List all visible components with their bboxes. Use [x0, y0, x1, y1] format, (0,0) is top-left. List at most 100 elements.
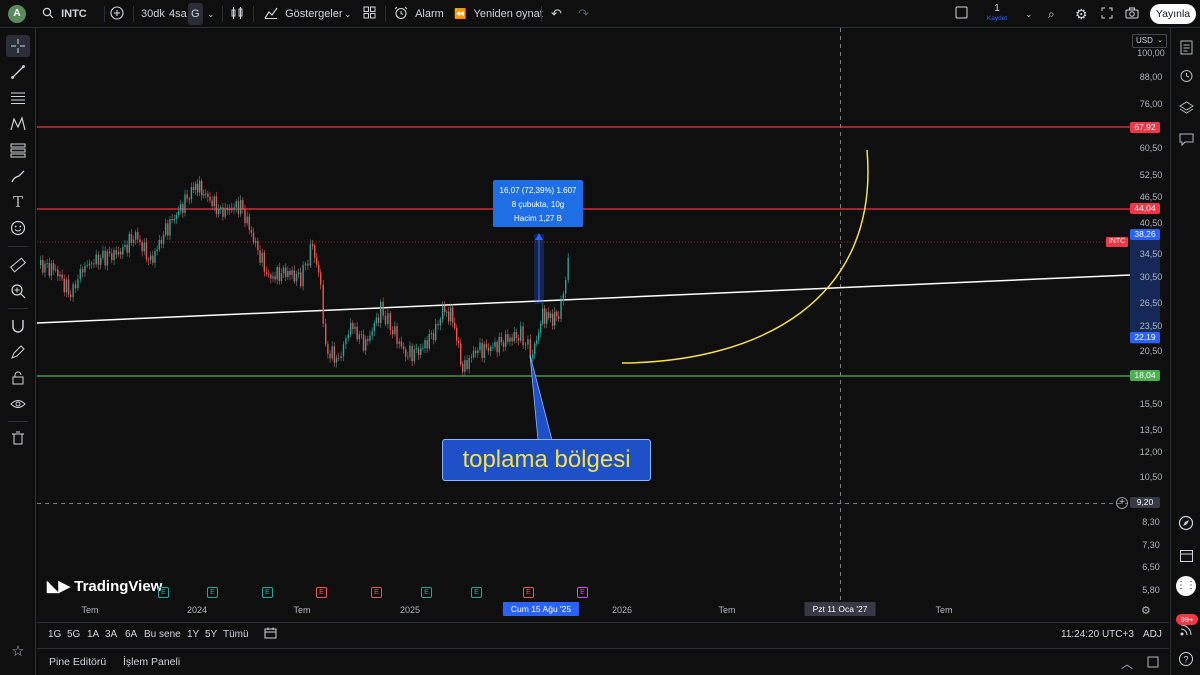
delete-tool[interactable] [6, 427, 30, 449]
range-button[interactable]: 1G [48, 623, 61, 647]
text-tool[interactable]: T [6, 191, 30, 213]
lock-tool[interactable] [6, 367, 30, 389]
price-tick-label: 12,00 [1139, 447, 1163, 457]
price-tick-label: 13,50 [1139, 425, 1163, 435]
symbol-search[interactable]: INTC [42, 0, 102, 28]
indicators-button[interactable]: Göstergeler [264, 0, 343, 28]
candle-body [466, 360, 468, 369]
calendar-icon [1179, 549, 1193, 562]
callout-box[interactable]: toplama bölgesi [442, 439, 651, 481]
redo-button[interactable]: ↷ [578, 0, 589, 28]
candle-body [462, 363, 464, 372]
candle-body [130, 233, 133, 243]
settings-button[interactable]: ⚙ [1075, 0, 1088, 28]
svg-text:?: ? [1183, 655, 1188, 665]
snapshot-button[interactable] [1125, 0, 1139, 28]
pattern-tool[interactable] [6, 113, 30, 135]
chats-button[interactable] [1175, 128, 1197, 150]
chart-type-button[interactable] [230, 0, 244, 28]
publish-button[interactable]: Yayınla [1150, 4, 1196, 24]
replay-button[interactable]: ⏪ Yeniden oynat [454, 0, 543, 28]
earnings-marker[interactable]: E [421, 587, 432, 598]
candle-body [524, 344, 527, 346]
earnings-marker[interactable]: E [523, 587, 534, 598]
price-tick-label: 34,50 [1139, 249, 1163, 259]
candle-body [180, 204, 182, 211]
zoom-tool[interactable] [6, 280, 30, 302]
layouts-button[interactable] [363, 0, 376, 28]
crosshair-add-icon[interactable]: + [1116, 497, 1128, 509]
compare-button[interactable] [110, 0, 126, 28]
range-button[interactable]: 3A [105, 623, 117, 647]
help-button[interactable]: ? [1175, 648, 1197, 670]
currency-selector[interactable]: USD ⌄ [1132, 34, 1167, 48]
earnings-marker[interactable]: E [316, 587, 327, 598]
range-button[interactable]: Tümü [223, 623, 249, 647]
tab-pine-editor[interactable]: Pine Editörü [49, 649, 106, 675]
stay-drawing-tool[interactable] [6, 341, 30, 363]
undo-button[interactable]: ↶ [551, 0, 562, 28]
fib-tool[interactable] [6, 87, 30, 109]
collapse-panel-button[interactable]: ︿ [1121, 655, 1133, 672]
clock-timezone[interactable]: 11:24:20 UTC+3 [1061, 623, 1134, 647]
chart-pane[interactable]: 16,07 (72,39%) 1.607 8 çubukta, 10g Haci… [37, 28, 1170, 622]
interval-dropdown-icon[interactable]: ⌄ [207, 0, 215, 28]
alerts-button[interactable] [1175, 64, 1197, 86]
range-button[interactable]: 5G [67, 623, 80, 647]
adj-toggle[interactable]: ADJ [1143, 623, 1162, 647]
interval-30m[interactable]: 30dk [141, 0, 165, 28]
date-range-calendar[interactable] [264, 623, 277, 647]
calendar-button[interactable] [1175, 544, 1197, 566]
candle-body [327, 344, 329, 354]
range-button[interactable]: Bu sene [144, 623, 181, 647]
earnings-marker[interactable]: E [471, 587, 482, 598]
fullscreen-layout-button[interactable] [955, 0, 968, 28]
tradingview-watermark[interactable]: ◣▶ TradingView [47, 576, 162, 598]
range-button[interactable]: 1Y [187, 623, 199, 647]
trendline-tool[interactable] [6, 61, 30, 83]
indicators-dropdown-icon[interactable]: ⌄ [344, 0, 352, 28]
alarm-button[interactable]: Alarm [394, 0, 444, 28]
visibility-tool[interactable] [6, 393, 30, 415]
earnings-marker[interactable]: E [262, 587, 273, 598]
layout-save[interactable]: 1 Kaydet [983, 3, 1011, 23]
brush-tool[interactable] [6, 165, 30, 187]
tab-trading-panel[interactable]: İşlem Paneli [123, 649, 180, 675]
measure-tool[interactable] [6, 254, 30, 276]
magnet-tool[interactable] [6, 315, 30, 337]
earnings-marker[interactable]: E [207, 587, 218, 598]
earnings-marker[interactable]: E [158, 587, 169, 598]
candle-body [77, 279, 79, 289]
crosshair-tool[interactable] [6, 35, 30, 57]
interval-4h[interactable]: 4sa [169, 0, 187, 28]
favorites-tool[interactable]: ☆ [6, 640, 30, 662]
watchlist-button[interactable] [1175, 36, 1197, 58]
candles [40, 176, 569, 377]
fullscreen-button[interactable] [1101, 0, 1113, 28]
earnings-marker[interactable]: E [371, 587, 382, 598]
ideas-button[interactable] [1175, 512, 1197, 534]
interval-1d[interactable]: G [188, 3, 203, 25]
layout-dropdown-icon[interactable]: ⌄ [1025, 0, 1033, 28]
range-button[interactable]: 6A [125, 623, 137, 647]
time-tick-label: Tem [718, 605, 736, 615]
prediction-tool[interactable] [6, 139, 30, 161]
object-tree-button[interactable] [1175, 96, 1197, 118]
candle-body [84, 265, 86, 273]
maximize-panel-button[interactable] [1147, 656, 1159, 671]
candle-body [50, 263, 53, 276]
quick-search-button[interactable]: ⌕ [1048, 0, 1055, 28]
right-widgetbar: ⋮⋮ 99+ ? [1170, 28, 1200, 675]
candle-body [72, 284, 74, 298]
time-axis-settings-icon[interactable]: ⚙ [1141, 604, 1151, 617]
candle-body [442, 305, 444, 320]
candle-body [192, 186, 195, 190]
range-button[interactable]: 5Y [205, 623, 217, 647]
range-button[interactable]: 1A [87, 623, 99, 647]
apps-button[interactable]: ⋮⋮ [1175, 575, 1197, 597]
user-avatar[interactable]: A [8, 5, 26, 23]
price-chart[interactable] [37, 28, 1170, 622]
earnings-marker[interactable]: E [577, 587, 588, 598]
candle-body [207, 193, 209, 197]
emoji-tool[interactable] [6, 217, 30, 239]
